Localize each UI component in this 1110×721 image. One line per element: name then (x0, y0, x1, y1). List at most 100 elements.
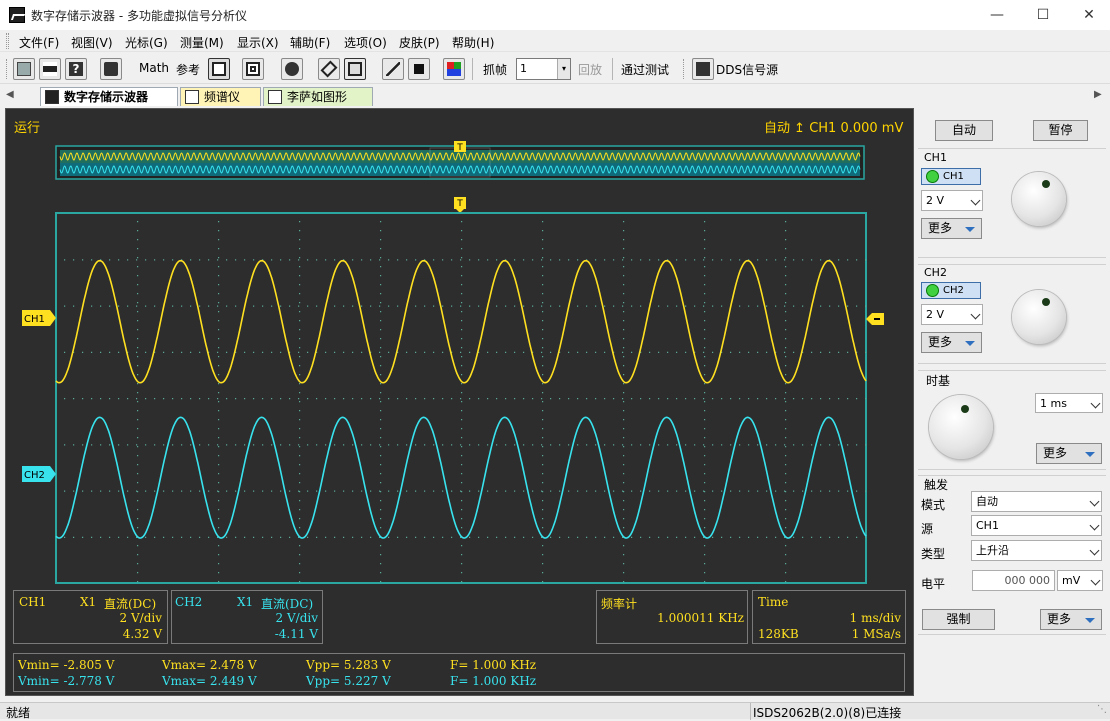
menu-file[interactable]: 文件(F) (19, 34, 59, 51)
pause-button[interactable]: 暂停 (1033, 120, 1088, 141)
ch2-scale-select[interactable]: 2 V (921, 304, 983, 325)
tool-button[interactable] (100, 58, 122, 80)
spectrum-icon (185, 90, 199, 104)
open-button[interactable] (13, 58, 35, 80)
toolbar-grip (6, 59, 9, 79)
ch2-toggle-button[interactable]: CH2 (921, 282, 981, 299)
ch1-scale-value: 2 V (926, 194, 945, 207)
chevron-down-icon (1090, 575, 1101, 586)
tab-lissajous[interactable]: 李萨如图形 (263, 87, 373, 106)
minimize-button[interactable]: — (974, 0, 1020, 30)
ch1-group-label: CH1 (924, 151, 947, 164)
ch1-more-label: 更多 (928, 221, 953, 235)
line-button[interactable] (382, 58, 404, 80)
freq-counter-box[interactable]: 频率计 1.000011 KHz (596, 590, 748, 644)
chevron-down-icon (1089, 496, 1100, 507)
force-trigger-button[interactable]: 强制 (922, 609, 995, 630)
probe-button[interactable] (318, 58, 340, 80)
ch1-vmin: Vmin= -2.805 V (18, 658, 115, 672)
stop-button[interactable] (408, 58, 430, 80)
timebase-more-button[interactable]: 更多 (1036, 443, 1102, 464)
ch2-more-label: 更多 (928, 335, 953, 349)
dropdown-triangle-icon (1085, 618, 1095, 623)
sparkle-button[interactable] (281, 58, 303, 80)
maximize-button[interactable]: ☐ (1020, 0, 1066, 30)
trigger-source-select[interactable]: CH1 (971, 515, 1102, 536)
level-unit-select[interactable]: mV (1057, 570, 1103, 591)
lissajous-icon (268, 90, 282, 104)
menu-options[interactable]: 选项(O) (344, 34, 387, 51)
scope-icon (45, 90, 59, 104)
frame-select[interactable]: 1 ▾ (516, 58, 571, 80)
spin-arrow-icon[interactable]: ▾ (557, 59, 570, 79)
trigger-status: 自动 ↥ CH1 0.000 mV (764, 117, 903, 136)
title-bar: 数字存储示波器 - 多功能虚拟信号分析仪 — ☐ ✕ (0, 0, 1110, 30)
chevron-down-icon (1090, 398, 1101, 409)
screenshot-button[interactable] (344, 58, 366, 80)
status-ready: 就绪 (6, 706, 31, 720)
trigger-level-input[interactable]: 000 000 (972, 570, 1055, 591)
level-label: 电平 (921, 577, 946, 591)
ref-button[interactable]: 参考 (176, 61, 200, 78)
trigger-type-value: 上升沿 (976, 544, 1009, 557)
ch2-more-button[interactable]: 更多 (921, 332, 982, 353)
measurement-box[interactable]: Vmin= -2.805 V Vmax= 2.478 V Vpp= 5.283 … (13, 653, 905, 692)
ch2-info-scale: 2 V/div (275, 611, 318, 625)
time-info-scale: 1 ms/div (849, 611, 901, 625)
folder-icon (17, 62, 31, 76)
ch1-volts-knob[interactable] (1012, 172, 1066, 226)
menu-cursor[interactable]: 光标(G) (125, 34, 168, 51)
timebase-value: 1 ms (1040, 397, 1067, 410)
playback-button[interactable]: 回放 (578, 61, 602, 78)
math-button[interactable]: Math (139, 61, 169, 75)
ch2-volts-knob[interactable] (1012, 290, 1066, 344)
menu-skin[interactable]: 皮肤(P) (399, 34, 440, 51)
stop-icon (414, 64, 424, 74)
ch2-vpp: Vpp= 5.227 V (306, 674, 391, 688)
trigger-group-label: 触发 (924, 478, 949, 492)
timebase-select[interactable]: 1 ms (1035, 393, 1103, 413)
ch1-toggle-button[interactable]: CH1 (921, 168, 981, 185)
menu-view[interactable]: 视图(V) (71, 34, 113, 51)
close-button[interactable]: ✕ (1066, 0, 1110, 30)
rising-edge-icon: ↥ (794, 121, 806, 136)
ch1-toggle-label: CH1 (943, 171, 964, 182)
menu-display[interactable]: 显示(X) (237, 34, 279, 51)
timebase-knob[interactable] (929, 395, 993, 459)
color-button[interactable] (443, 58, 465, 80)
menu-measure[interactable]: 测量(M) (180, 34, 224, 51)
ch2-info-box[interactable]: CH2 X1 直流(DC) 2 V/div -4.11 V (171, 590, 323, 644)
dds-button[interactable]: DDS信号源 (716, 61, 778, 78)
ch2-group-label: CH2 (924, 266, 947, 279)
ch1-scale-select[interactable]: 2 V (921, 190, 983, 211)
ch1-info-box[interactable]: CH1 X1 直流(DC) 2 V/div 4.32 V (13, 590, 168, 644)
resize-grip-icon[interactable]: ⋱ (1097, 704, 1107, 715)
trigger-mode-select[interactable]: 自动 (971, 491, 1102, 512)
trigger-type-select[interactable]: 上升沿 (971, 540, 1102, 561)
menu-help[interactable]: 帮助(H) (452, 34, 494, 51)
hammer-icon (104, 62, 118, 76)
waveform-icon (696, 62, 710, 76)
floppy-icon (43, 62, 57, 76)
ch1-more-button[interactable]: 更多 (921, 218, 982, 239)
ch2-info-offset: -4.11 V (274, 627, 318, 641)
trigger-more-button[interactable]: 更多 (1040, 609, 1102, 630)
tab-scroll-left-icon[interactable]: ◀ (6, 89, 14, 100)
cursor-button[interactable] (208, 58, 230, 80)
auto-button[interactable]: 自动 (935, 120, 993, 141)
color-grid-icon (447, 62, 461, 76)
tab-spectrum[interactable]: 频谱仪 (180, 87, 261, 106)
fullscreen-button[interactable] (242, 58, 264, 80)
timebase-info-box[interactable]: Time 1 ms/div 128KB 1 MSa/s (752, 590, 906, 644)
menu-aux[interactable]: 辅助(F) (290, 34, 330, 51)
ch1-vpp: Vpp= 5.283 V (306, 658, 391, 672)
save-button[interactable] (39, 58, 61, 80)
help-button[interactable]: ? (65, 58, 87, 80)
pass-test-button[interactable]: 通过测试 (621, 61, 669, 78)
trigger-level-text: CH1 0.000 mV (809, 121, 904, 136)
question-icon: ? (69, 62, 83, 76)
dds-icon-button[interactable] (692, 58, 714, 80)
ch1-info-offset: 4.32 V (122, 627, 162, 641)
tab-scroll-right-icon[interactable]: ▶ (1094, 89, 1102, 100)
tab-oscilloscope[interactable]: 数字存储示波器 (40, 87, 178, 106)
